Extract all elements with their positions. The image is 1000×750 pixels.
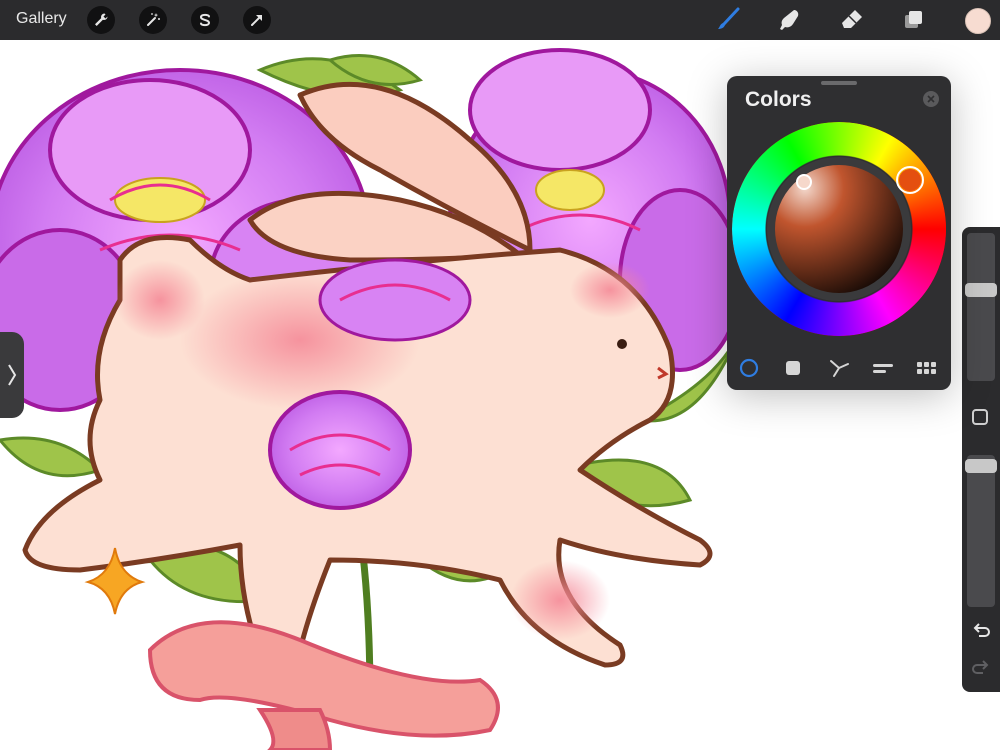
brush-icon [718, 7, 740, 29]
bunny-cheek [570, 262, 650, 318]
selection-s-icon [199, 13, 211, 27]
close-icon [927, 95, 935, 103]
gallery-button[interactable]: Gallery [16, 10, 67, 28]
eraser-icon [842, 10, 862, 28]
color-disc[interactable] [732, 122, 946, 336]
saturation-picker[interactable] [796, 174, 812, 190]
sidebar-toggle-tab[interactable] [0, 332, 24, 418]
tab-value[interactable] [871, 356, 895, 380]
saturation-disc[interactable] [767, 157, 911, 301]
tab-harmony[interactable] [827, 356, 851, 380]
layers-button[interactable] [899, 6, 929, 34]
modify-button[interactable] [972, 409, 988, 425]
tab-classic[interactable] [781, 356, 805, 380]
tab-palettes[interactable] [915, 356, 939, 380]
colors-panel: Colors [727, 76, 951, 390]
actions-button[interactable] [87, 6, 115, 34]
bunny-eye [617, 339, 627, 349]
peony-inner [318, 258, 472, 342]
wrench-icon [95, 13, 108, 26]
opacity-slider[interactable] [965, 455, 997, 607]
bunny-leg-blush [510, 560, 610, 640]
redo-button[interactable] [970, 657, 992, 679]
brush-tool[interactable] [713, 6, 743, 34]
active-color-swatch[interactable] [965, 8, 991, 34]
bunny-tail-blush [115, 260, 205, 340]
panel-grabber[interactable] [821, 81, 857, 85]
smudge-finger-icon [780, 10, 799, 30]
arrow-cursor-icon [251, 15, 262, 26]
redo-icon [972, 660, 989, 674]
tab-disc[interactable] [737, 356, 761, 380]
smudge-tool[interactable] [775, 6, 805, 34]
disc-icon [739, 358, 759, 378]
square-icon [786, 361, 800, 375]
chevron-right-icon [8, 364, 17, 386]
layers-icon [905, 11, 922, 28]
panel-title: Colors [745, 88, 812, 111]
color-mode-tabs [727, 356, 951, 380]
right-sidebar [962, 227, 1000, 692]
eraser-tool[interactable] [837, 6, 867, 34]
brush-size-slider[interactable] [965, 233, 997, 381]
ribbon [147, 620, 500, 750]
undo-icon [973, 623, 990, 637]
undo-button[interactable] [970, 620, 992, 642]
close-panel-button[interactable] [923, 91, 939, 107]
brush-size-handle[interactable] [965, 283, 997, 297]
top-toolbar: Gallery [0, 0, 1000, 40]
peony-bud [268, 390, 412, 510]
transform-button[interactable] [243, 6, 271, 34]
selection-button[interactable] [191, 6, 219, 34]
magic-wand-icon [147, 13, 160, 26]
opacity-handle[interactable] [965, 459, 997, 473]
sliders-icon [873, 364, 893, 373]
grid-icon [917, 362, 936, 374]
harmony-icon [830, 360, 849, 377]
adjustments-button[interactable] [139, 6, 167, 34]
